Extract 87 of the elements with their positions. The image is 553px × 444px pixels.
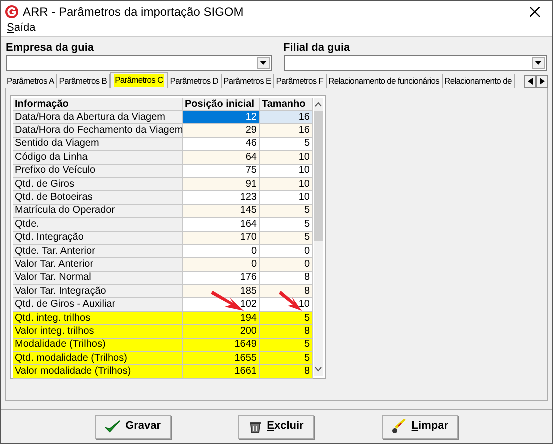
table-cell[interactable]: 46: [183, 138, 260, 152]
table-cell: Valor Tar. Anterior: [13, 258, 183, 272]
table-cell: Data/Hora da Abertura da Viagem: [13, 111, 183, 124]
close-icon[interactable]: [530, 7, 540, 17]
tab[interactable]: Parâmetros C: [110, 72, 168, 88]
table-cell: 8: [260, 285, 313, 298]
window-title: ARR - Parâmetros da importação SIGOM: [23, 4, 244, 21]
app-logo-icon: [5, 5, 19, 19]
table-cell: 0: [260, 258, 313, 272]
column-header: Informação: [13, 98, 183, 111]
table-cell[interactable]: 185: [183, 285, 260, 298]
menu-item[interactable]: Saída: [7, 20, 36, 37]
table-cell[interactable]: 1649: [183, 338, 260, 352]
scrollbar-thumb[interactable]: [314, 111, 323, 241]
tab-scroll-right-button[interactable]: [536, 75, 548, 88]
table-cell[interactable]: 170: [183, 232, 260, 245]
table-cell: Prefixo do Veículo: [13, 164, 183, 178]
table-cell[interactable]: 1655: [183, 352, 260, 366]
table-cell: 16: [260, 111, 313, 124]
table-cell[interactable]: 164: [183, 218, 260, 232]
table-cell[interactable]: 194: [183, 312, 260, 326]
table-cell: Valor Tar. Integração: [13, 285, 183, 298]
scroll-down-icon[interactable]: [315, 367, 322, 372]
table-cell: Valor modalidade (Trilhos): [13, 365, 183, 379]
table-cell: 8: [260, 325, 313, 339]
table-cell: 8: [260, 272, 313, 286]
table-cell: 10: [260, 151, 313, 165]
table-cell: 8: [260, 365, 313, 379]
column-header: Tamanho: [260, 98, 313, 111]
table-cell: 0: [260, 244, 313, 258]
right-arrow-icon: [540, 78, 544, 85]
table-cell: Modalidade (Trilhos): [13, 338, 183, 352]
dropdown-arrow-icon: [535, 61, 542, 65]
table-cell: 5: [260, 338, 313, 352]
tab-scroll-left-button[interactable]: [524, 75, 536, 88]
table-cell[interactable]: 29: [183, 124, 260, 138]
table-cell: 10: [260, 178, 313, 192]
table-cell: Valor integ. trilhos: [13, 325, 183, 339]
table-cell[interactable]: 91: [183, 178, 260, 192]
field-label: Filial da guia: [284, 42, 352, 55]
table-cell: Qtde.: [13, 218, 183, 232]
delete-button[interactable]: Excluir: [238, 414, 314, 438]
table-cell: Qtd. integ. trilhos: [13, 312, 183, 326]
save-button[interactable]: Gravar: [94, 414, 171, 438]
table-cell: Qtd. de Botoeiras: [13, 191, 183, 205]
table-cell: 5: [260, 138, 313, 152]
table-cell: 5: [260, 204, 313, 218]
table-cell: Qtd. de Giros - Auxiliar: [13, 298, 183, 312]
scroll-up-icon[interactable]: [315, 102, 322, 107]
dropdown-arrow-icon: [260, 61, 266, 65]
table-cell: Qtde. Tar. Anterior: [13, 244, 183, 258]
trash-can-icon: [249, 420, 262, 434]
table-cell[interactable]: 102: [183, 298, 260, 312]
table-cell[interactable]: 200: [183, 325, 260, 339]
table-cell: 5: [260, 218, 313, 232]
checkmark-icon: [104, 420, 121, 434]
dropdown-field[interactable]: [284, 55, 547, 71]
field-label: Empresa da guia: [6, 42, 96, 55]
clear-button[interactable]: Limpar: [382, 414, 458, 438]
table-cell: Qtd. Integração: [13, 232, 183, 245]
table-cell[interactable]: 1661: [183, 365, 260, 379]
table-cell: 16: [260, 124, 313, 138]
table-cell: Data/Hora do Fechamento da Viagem: [13, 124, 183, 138]
table-cell[interactable]: 64: [183, 151, 260, 165]
table-cell[interactable]: 12: [183, 111, 260, 124]
table-cell[interactable]: 123: [183, 191, 260, 205]
table-cell: Qtd. de Giros: [13, 178, 183, 192]
table-cell: Valor Tar. Normal: [13, 272, 183, 286]
dropdown-field[interactable]: [6, 55, 272, 71]
table-cell[interactable]: 0: [183, 244, 260, 258]
table-cell[interactable]: 176: [183, 272, 260, 286]
table-cell[interactable]: 75: [183, 164, 260, 178]
eraser-pen-icon: [392, 419, 407, 434]
table-cell: 5: [260, 232, 313, 245]
table-cell: Qtd. modalidade (Trilhos): [13, 352, 183, 366]
table-cell[interactable]: 145: [183, 204, 260, 218]
table-cell: Sentido da Viagem: [13, 138, 183, 152]
table-cell[interactable]: 0: [183, 258, 260, 272]
table-cell: 5: [260, 352, 313, 366]
left-arrow-icon: [528, 78, 532, 85]
table-cell: 10: [260, 191, 313, 205]
table-cell: Matrícula do Operador: [13, 204, 183, 218]
table-cell: 5: [260, 312, 313, 326]
column-header: Posição inicial: [183, 98, 260, 111]
table-cell: Código da Linha: [13, 151, 183, 165]
table-cell: 10: [260, 164, 313, 178]
scrollbar[interactable]: [314, 98, 323, 376]
